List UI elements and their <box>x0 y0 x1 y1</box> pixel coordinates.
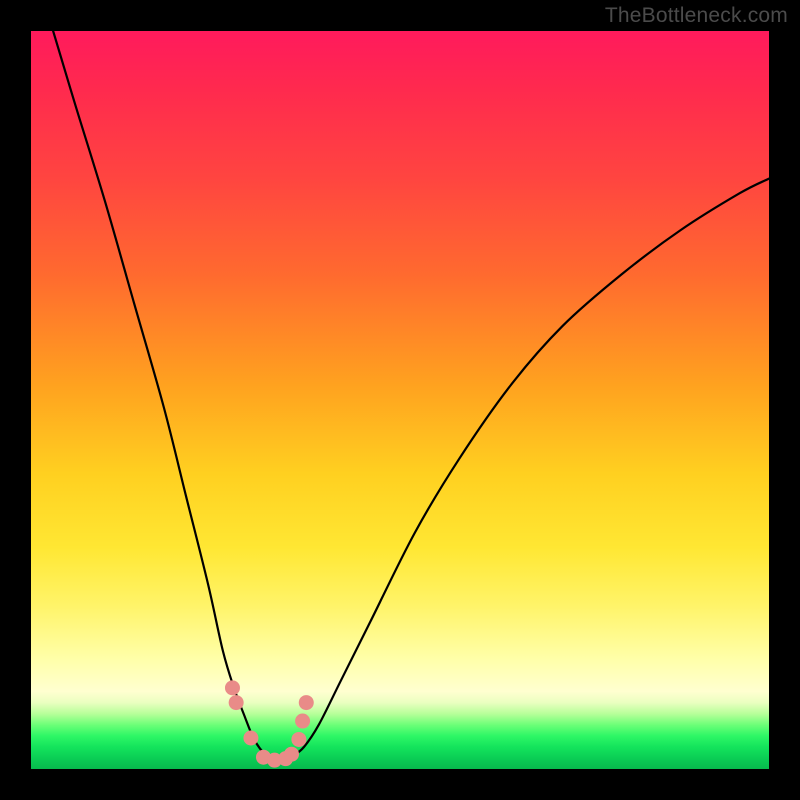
chart-frame: TheBottleneck.com <box>0 0 800 800</box>
curve-marker <box>229 695 244 710</box>
curve-marker <box>243 731 258 746</box>
chart-svg <box>31 31 769 769</box>
curve-marker <box>299 695 314 710</box>
chart-plot-area <box>31 31 769 769</box>
curve-marker <box>291 732 306 747</box>
bottleneck-curve <box>53 31 769 761</box>
curve-marker <box>225 680 240 695</box>
curve-marker <box>295 714 310 729</box>
curve-marker <box>284 747 299 762</box>
watermark-text: TheBottleneck.com <box>605 4 788 28</box>
curve-markers <box>225 680 314 767</box>
